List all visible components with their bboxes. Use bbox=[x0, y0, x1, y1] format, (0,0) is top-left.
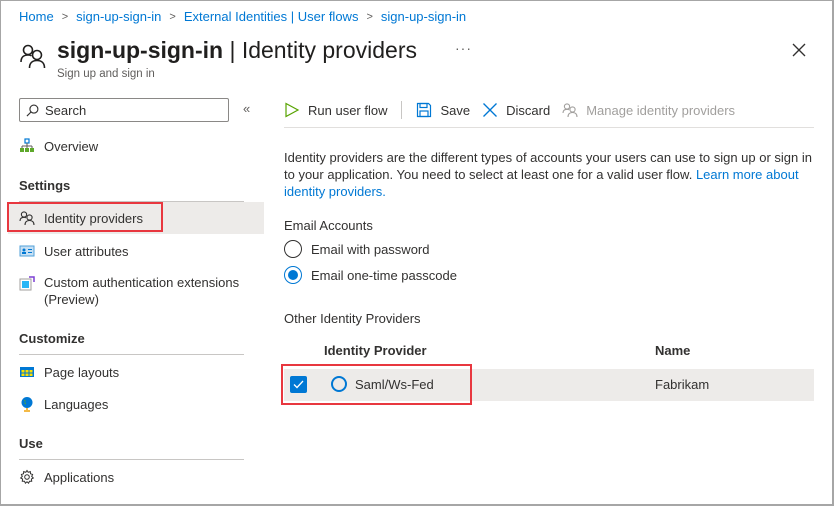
manage-identity-providers-button[interactable]: Manage identity providers bbox=[562, 102, 735, 118]
radio-button[interactable] bbox=[284, 240, 302, 258]
id-card-icon bbox=[19, 243, 35, 259]
radio-email-with-password[interactable]: Email with password bbox=[284, 240, 430, 258]
page-title: sign-up-sign-in | Identity providers bbox=[57, 37, 417, 64]
breadcrumb-sign-up-sign-in[interactable]: sign-up-sign-in bbox=[76, 9, 161, 24]
sidebar-item-user-attributes[interactable]: User attributes bbox=[8, 235, 264, 267]
people-icon bbox=[562, 103, 578, 118]
close-icon[interactable] bbox=[791, 42, 807, 58]
run-user-flow-button[interactable]: Run user flow bbox=[284, 102, 387, 118]
globe-icon bbox=[19, 396, 35, 412]
breadcrumb-external-identities[interactable]: External Identities | User flows bbox=[184, 9, 359, 24]
breadcrumb-home[interactable]: Home bbox=[19, 9, 54, 24]
sidebar-item-custom-auth-extensions[interactable]: Custom authentication extensions (Previe… bbox=[8, 274, 248, 314]
run-user-flow-label: Run user flow bbox=[308, 102, 388, 118]
search-input[interactable] bbox=[45, 102, 215, 118]
sidebar-item-applications[interactable]: Applications bbox=[8, 461, 264, 493]
gear-icon bbox=[19, 469, 35, 485]
people-icon bbox=[19, 210, 35, 226]
org-chart-icon bbox=[19, 138, 35, 154]
play-icon bbox=[285, 102, 300, 118]
sidebar-item-label: Overview bbox=[44, 138, 99, 154]
sidebar-item-label: Identity providers bbox=[44, 210, 143, 226]
save-label: Save bbox=[440, 102, 471, 118]
column-header-name[interactable]: Name bbox=[655, 343, 690, 358]
sidebar-item-page-layouts[interactable]: Page layouts bbox=[8, 356, 264, 388]
extension-icon bbox=[19, 276, 35, 292]
toolbar-divider bbox=[284, 127, 814, 128]
row-checkbox[interactable] bbox=[290, 376, 307, 393]
sidebar-item-label: User attributes bbox=[44, 243, 129, 259]
page-title-section: | Identity providers bbox=[223, 37, 417, 63]
provider-circle-icon bbox=[331, 376, 347, 392]
close-icon bbox=[483, 103, 498, 117]
other-identity-providers-label: Other Identity Providers bbox=[284, 311, 421, 326]
discard-button[interactable]: Discard bbox=[482, 102, 550, 118]
group-divider bbox=[19, 354, 244, 355]
radio-label: Email with password bbox=[311, 241, 430, 257]
discard-label: Discard bbox=[506, 102, 551, 118]
page-subtitle: Sign up and sign in bbox=[57, 68, 155, 80]
description-text: Identity providers are the different typ… bbox=[284, 149, 814, 200]
more-options-button[interactable]: ··· bbox=[455, 40, 472, 56]
table-layout-icon bbox=[19, 364, 35, 380]
breadcrumb-separator: > bbox=[61, 10, 69, 23]
column-header-identity-provider[interactable]: Identity Provider bbox=[324, 343, 427, 358]
breadcrumb-separator: > bbox=[366, 10, 373, 23]
sidebar-item-label: Page layouts bbox=[44, 364, 120, 380]
sidebar-item-overview[interactable]: Overview bbox=[8, 130, 264, 162]
sidebar-group-customize: Customize bbox=[19, 331, 85, 346]
sidebar-item-label: Custom authentication extensions (Previe… bbox=[44, 275, 240, 307]
sidebar-item-label: Applications bbox=[44, 469, 115, 485]
row-provider-cell: Saml/Ws-Fed bbox=[331, 376, 434, 392]
collapse-sidebar-button[interactable]: « bbox=[243, 101, 250, 116]
sidebar-group-use: Use bbox=[19, 436, 43, 451]
sidebar-search[interactable] bbox=[19, 98, 229, 122]
manage-identity-providers-label: Manage identity providers bbox=[586, 102, 736, 118]
breadcrumb-separator: > bbox=[169, 10, 176, 23]
toolbar-separator bbox=[401, 101, 403, 119]
sidebar-group-settings: Settings bbox=[19, 178, 71, 193]
breadcrumb-current[interactable]: sign-up-sign-in bbox=[381, 9, 466, 24]
breadcrumb: Home > sign-up-sign-in > External Identi… bbox=[19, 9, 466, 24]
provider-name: Saml/Ws-Fed bbox=[355, 376, 434, 392]
email-accounts-label: Email Accounts bbox=[284, 218, 373, 233]
group-divider bbox=[19, 459, 244, 460]
sidebar-item-identity-providers[interactable]: Identity providers bbox=[8, 202, 264, 234]
page-title-resource: sign-up-sign-in bbox=[57, 37, 224, 63]
save-button[interactable]: Save bbox=[416, 102, 470, 118]
radio-label: Email one-time passcode bbox=[311, 267, 457, 283]
checkmark-icon bbox=[293, 380, 304, 389]
search-icon bbox=[26, 104, 39, 116]
save-icon bbox=[417, 102, 432, 118]
command-bar: Run user flow Save Discard Manage identi… bbox=[284, 98, 747, 122]
row-name-cell: Fabrikam bbox=[655, 377, 710, 392]
sidebar-item-languages[interactable]: Languages bbox=[8, 388, 264, 420]
radio-email-one-time-passcode[interactable]: Email one-time passcode bbox=[284, 266, 457, 284]
sidebar-item-label: Languages bbox=[44, 396, 109, 412]
people-icon bbox=[20, 44, 46, 69]
radio-button-selected[interactable] bbox=[284, 266, 302, 284]
